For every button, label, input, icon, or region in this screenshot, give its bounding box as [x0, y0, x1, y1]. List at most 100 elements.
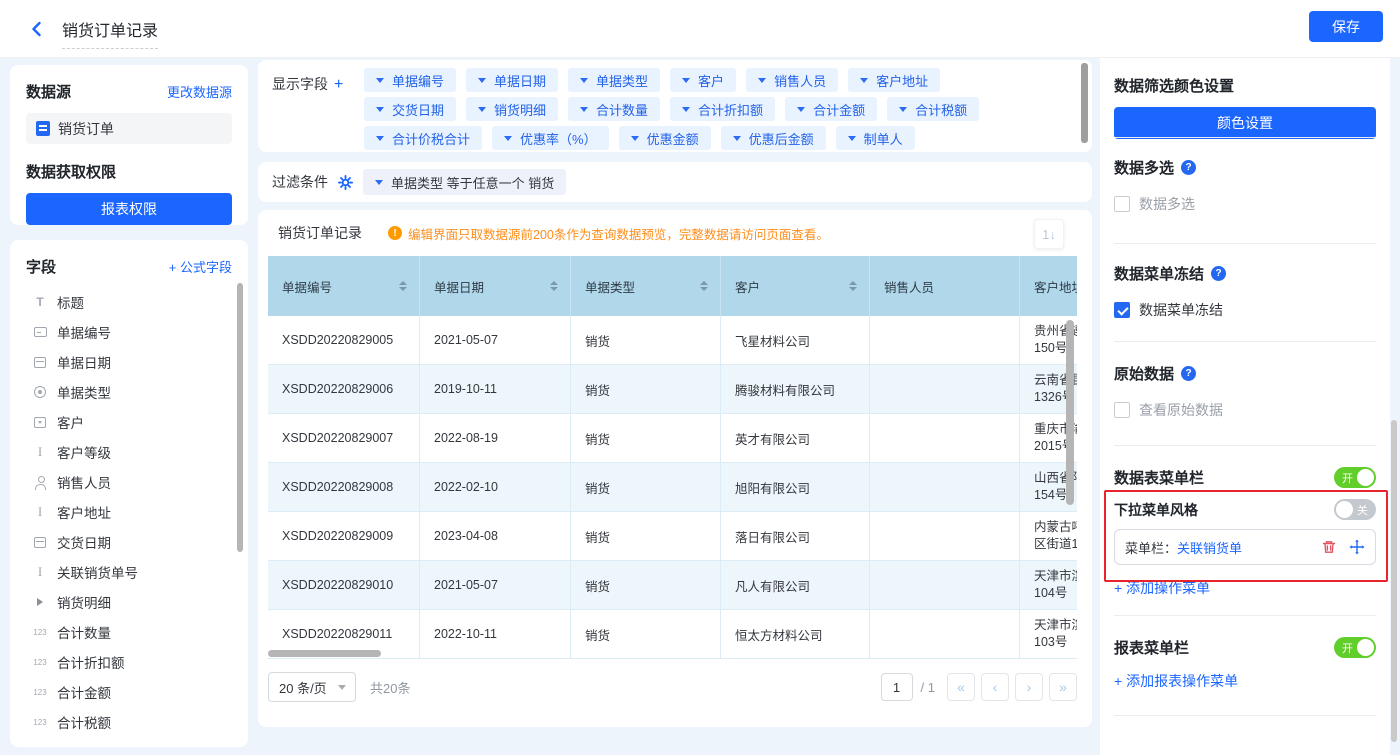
- display-field-tag[interactable]: 销售人员: [746, 68, 839, 92]
- column-header[interactable]: 单据编号: [268, 256, 420, 316]
- cell-address: 天津市滨 104号: [1020, 561, 1077, 609]
- menu-bar-item[interactable]: 菜单栏： 关联销货单: [1114, 529, 1376, 565]
- help-icon[interactable]: ?: [1181, 160, 1197, 175]
- table-row[interactable]: XSDD20220829010 2021-05-07 销货 凡人有限公司 天津市…: [268, 561, 1077, 610]
- sort-icon[interactable]: [700, 281, 708, 291]
- table-menu-toggle[interactable]: 开: [1334, 467, 1376, 488]
- report-permission-button[interactable]: 报表权限: [26, 193, 232, 225]
- gear-icon[interactable]: [338, 174, 353, 190]
- multi-select-checkbox-row[interactable]: 数据多选: [1114, 194, 1376, 214]
- column-header[interactable]: 客户: [721, 256, 870, 316]
- help-icon[interactable]: ?: [1211, 266, 1227, 281]
- display-field-tag[interactable]: 销货明细: [466, 97, 559, 121]
- datasource-title: 数据源: [26, 84, 72, 101]
- filter-condition-tag[interactable]: 单据类型 等于任意一个 销货: [363, 169, 567, 195]
- display-field-tag[interactable]: 优惠后金额: [720, 126, 826, 150]
- add-formula-field-link[interactable]: + 公式字段: [169, 257, 232, 276]
- display-field-tag[interactable]: 优惠率（%）: [492, 126, 609, 150]
- color-settings-button[interactable]: 颜色设置: [1114, 107, 1376, 139]
- display-field-tag[interactable]: 客户: [670, 68, 737, 92]
- table-vertical-scrollbar[interactable]: [1066, 320, 1074, 505]
- checkbox[interactable]: [1114, 402, 1130, 418]
- page-input[interactable]: [880, 673, 913, 701]
- sort-icon[interactable]: [399, 281, 407, 291]
- raw-data-checkbox-row[interactable]: 查看原始数据: [1114, 400, 1376, 420]
- pager: / 1 « ‹ › »: [880, 673, 1077, 701]
- change-datasource-link[interactable]: 更改数据源: [167, 82, 232, 101]
- field-item[interactable]: 标题: [26, 287, 248, 317]
- page-size-select[interactable]: 20 条/页: [268, 672, 356, 702]
- display-field-tag[interactable]: 合计税额: [887, 97, 980, 121]
- next-page-button[interactable]: ›: [1015, 673, 1043, 701]
- field-item[interactable]: 合计税额: [26, 707, 248, 737]
- page-scrollbar[interactable]: [1391, 420, 1397, 742]
- field-item[interactable]: 客户地址: [26, 497, 248, 527]
- linked-sales-order-link[interactable]: 关联销货单: [1177, 538, 1242, 557]
- field-item[interactable]: 单据类型: [26, 377, 248, 407]
- datasource-item[interactable]: 销货订单: [26, 113, 232, 144]
- checkbox[interactable]: [1114, 302, 1130, 318]
- field-item[interactable]: 合计金额: [26, 677, 248, 707]
- display-field-tag[interactable]: 制单人: [835, 126, 915, 150]
- add-report-action-menu-link[interactable]: + 添加报表操作菜单: [1114, 671, 1238, 691]
- caret-down-icon: [376, 77, 384, 83]
- display-field-tag[interactable]: 客户地址: [848, 68, 941, 92]
- menu-freeze-checkbox-row[interactable]: 数据菜单冻结: [1114, 300, 1376, 320]
- fields-scrollbar[interactable]: [237, 283, 243, 552]
- field-item[interactable]: 交货日期: [26, 527, 248, 557]
- dropdown-style-toggle[interactable]: 关: [1334, 499, 1376, 520]
- column-header[interactable]: 单据日期: [420, 256, 571, 316]
- field-item[interactable]: 销货明细: [26, 587, 248, 617]
- trash-icon[interactable]: [1321, 539, 1337, 555]
- column-header[interactable]: 单据类型: [571, 256, 721, 316]
- report-menu-toggle[interactable]: 开: [1334, 637, 1376, 658]
- cell-order-no: XSDD20220829007: [268, 414, 420, 462]
- display-field-tag[interactable]: 合计金额: [785, 97, 878, 121]
- table-row[interactable]: XSDD20220829007 2022-08-19 销货 英才有限公司 重庆市…: [268, 414, 1077, 463]
- display-field-tag[interactable]: 单据编号: [364, 68, 457, 92]
- display-field-tag[interactable]: 合计数量: [568, 97, 661, 121]
- table-row[interactable]: XSDD20220829005 2021-05-07 销货 飞星材料公司 贵州省…: [268, 316, 1077, 365]
- sort-order-button[interactable]: 1↓: [1034, 219, 1064, 249]
- field-item[interactable]: 单据日期: [26, 347, 248, 377]
- save-button[interactable]: 保存: [1309, 11, 1383, 42]
- checkbox[interactable]: [1114, 196, 1130, 212]
- field-item[interactable]: 合计折扣额: [26, 647, 248, 677]
- field-item[interactable]: 销售人员: [26, 467, 248, 497]
- table-row[interactable]: XSDD20220829009 2023-04-08 销货 落日有限公司 内蒙古…: [268, 512, 1077, 561]
- move-icon[interactable]: [1349, 539, 1365, 555]
- column-header[interactable]: 销售人员: [870, 256, 1020, 316]
- divider: [1114, 243, 1376, 244]
- field-item[interactable]: 客户等级: [26, 437, 248, 467]
- display-field-tag[interactable]: 单据类型: [568, 68, 661, 92]
- last-page-button[interactable]: »: [1049, 673, 1077, 701]
- display-fields-scrollbar[interactable]: [1081, 63, 1088, 143]
- field-label: 合计金额: [57, 686, 111, 701]
- first-page-button[interactable]: «: [947, 673, 975, 701]
- prev-page-button[interactable]: ‹: [981, 673, 1009, 701]
- display-field-tag[interactable]: 合计折扣额: [670, 97, 776, 121]
- color-settings-section: 数据筛选颜色设置 颜色设置: [1114, 75, 1376, 139]
- page-title: 销货订单记录: [62, 17, 159, 49]
- column-header[interactable]: 客户地址: [1020, 256, 1077, 316]
- help-icon[interactable]: ?: [1181, 366, 1197, 381]
- field-item[interactable]: 客户: [26, 407, 248, 437]
- back-button[interactable]: [28, 20, 46, 38]
- field-item[interactable]: 单据编号: [26, 317, 248, 347]
- table-row[interactable]: XSDD20220829008 2022-02-10 销货 旭阳有限公司 山西省…: [268, 463, 1077, 512]
- display-field-tag[interactable]: 合计价税合计: [364, 126, 483, 150]
- tag-label: 制单人: [863, 131, 903, 147]
- add-display-field-button[interactable]: +: [334, 76, 343, 93]
- sort-icon[interactable]: [849, 281, 857, 291]
- table-horizontal-scrollbar[interactable]: [268, 650, 381, 657]
- sort-icon[interactable]: [550, 281, 558, 291]
- field-item[interactable]: 关联销货单号: [26, 557, 248, 587]
- display-field-tag[interactable]: 单据日期: [466, 68, 559, 92]
- display-field-tag[interactable]: 优惠金额: [618, 126, 711, 150]
- field-item[interactable]: 合计数量: [26, 617, 248, 647]
- add-action-menu-link[interactable]: + 添加操作菜单: [1114, 578, 1210, 598]
- display-field-tag[interactable]: 交货日期: [364, 97, 457, 121]
- table-row[interactable]: XSDD20220829006 2019-10-11 销货 腾骏材料有限公司 云…: [268, 365, 1077, 414]
- table-row[interactable]: XSDD20220829011 2022-10-11 销货 恒太方材料公司 天津…: [268, 610, 1077, 659]
- tag-label: 客户: [698, 73, 725, 89]
